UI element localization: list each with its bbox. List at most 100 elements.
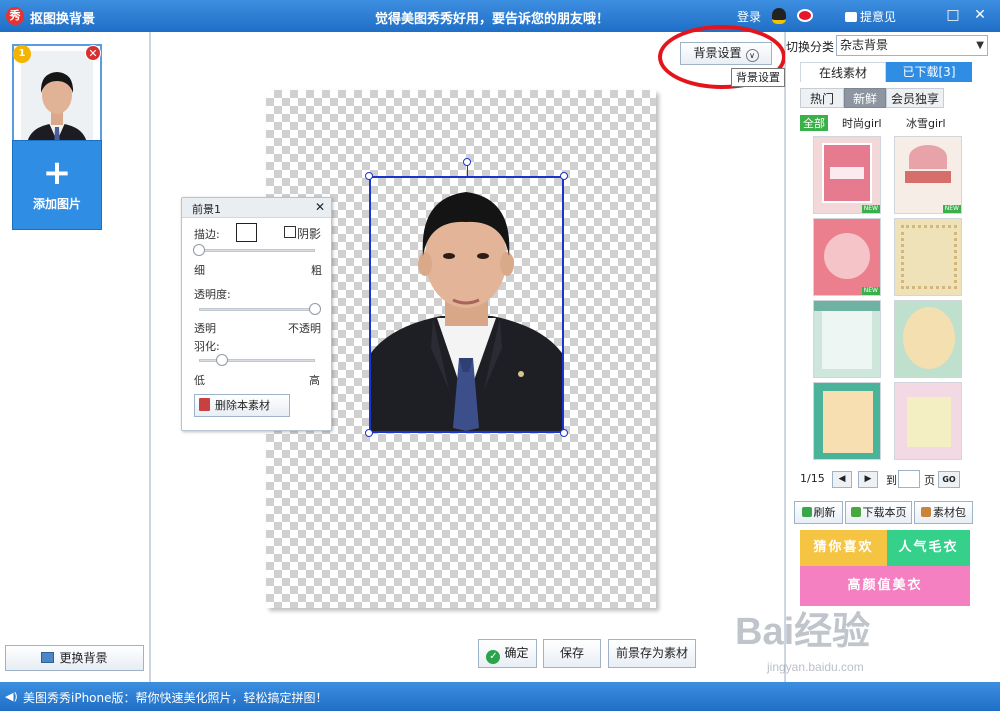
filter-all[interactable]: 全部 [800,115,828,131]
template-thumbnail[interactable]: NEW [813,218,881,296]
page-indicator: 1/15 [800,472,825,485]
maximize-icon[interactable]: □ [945,7,961,23]
prev-page-icon[interactable]: ◀ [832,471,852,488]
shadow-label: 阴影 [297,227,322,241]
status-bar: ◀) 美图秀秀iPhone版：帮你快速美化照片，轻松搞定拼图！ [0,682,1000,711]
feedback-label: 提意见 [860,10,897,24]
new-badge: NEW [942,205,961,213]
thumbnail-index-badge: 1 [13,45,31,63]
thin-label: 细 [194,264,205,277]
status-message[interactable]: 美图秀秀iPhone版：帮你快速美化照片，轻松搞定拼图！ [23,689,328,706]
new-badge: NEW [861,287,880,295]
feather-slider-thumb[interactable] [216,354,229,366]
refresh-icon [801,507,812,517]
stroke-slider-thumb[interactable] [193,244,205,256]
plus-icon: + [42,153,72,193]
download-page-button[interactable]: 下载本页 [845,501,912,524]
tab-downloaded[interactable]: 已下载[3] [886,62,972,82]
slogan-text: 觉得美图秀秀好用，要告诉您的朋友哦！ [375,12,610,27]
foreground-panel-header[interactable]: 前景1 ✕ [182,198,331,218]
filter-snow-girl[interactable]: 冰雪girl [906,115,946,131]
add-image-label: 添加图片 [32,197,81,211]
chevron-down-icon: ▼ [976,40,984,51]
trash-icon [199,398,210,411]
resize-handle-bottom-right[interactable] [560,429,568,437]
material-pack-button[interactable]: 素材包 [914,501,973,524]
confirm-label: 确定 [504,646,529,660]
low-label: 低 [194,374,205,387]
template-thumbnail[interactable]: NEW [894,136,962,214]
foreground-panel: 前景1 ✕ 描边: 阴影 细 粗 透明度: 透明 不透明 羽化: 低 高 删除本… [181,197,332,431]
switch-category-label: 切换分类 [786,40,835,54]
template-thumbnail[interactable] [813,300,881,378]
promo-guess-you-like[interactable]: 猜你喜欢 [800,530,887,566]
page-number-input[interactable] [898,470,920,488]
app-logo-icon: 秀 [6,7,24,25]
opaque-label: 不透明 [288,322,321,335]
go-button[interactable]: GO [938,471,960,488]
new-badge: NEW [861,205,880,213]
login-link[interactable]: 登录 [737,8,761,25]
picture-icon [41,652,55,663]
resize-handle-top-right[interactable] [560,172,568,180]
baidu-watermark: Bai经验 [735,611,871,653]
page-unit-label: 页 [924,474,935,487]
subtab-new[interactable]: 新鲜 [844,88,886,108]
add-image-button[interactable]: + 添加图片 [12,140,102,230]
template-thumbnail[interactable] [894,300,962,378]
weibo-icon[interactable] [797,9,813,22]
delete-material-label: 删除本素材 [215,399,270,412]
opacity-slider-track[interactable] [199,308,315,311]
right-panel: 切换分类 杂志背景 ▼ 在线素材 已下载[3] 热门 新鲜 会员独享 全部 时尚g… [785,32,1000,682]
foreground-selection-box[interactable] [365,158,568,437]
background-settings-button[interactable]: 背景设置 ∨ [680,42,772,65]
resize-handle-bottom-left[interactable] [365,429,373,437]
chevron-down-icon: ∨ [745,49,759,62]
window-title: 抠图换背景 [30,12,96,27]
subtab-vip[interactable]: 会员独享 [886,88,944,108]
watermark-url: jingyan.baidu.com [767,660,864,674]
category-value: 杂志背景 [840,38,889,52]
rotate-handle[interactable] [463,158,471,166]
qq-icon[interactable] [772,8,786,24]
save-button[interactable]: 保存 [543,639,601,668]
category-select[interactable]: 杂志背景 ▼ [836,35,988,56]
opacity-label: 透明度: [194,288,231,301]
change-background-label: 更换背景 [59,651,108,665]
change-background-button[interactable]: 更换背景 [5,645,144,671]
next-page-icon[interactable]: ▶ [858,471,878,488]
feedback-button[interactable]: 提意见 [845,8,896,25]
filter-fashion-girl[interactable]: 时尚girl [842,115,882,131]
material-pack-label: 素材包 [933,506,966,519]
delete-material-button[interactable]: 删除本素材 [194,394,290,417]
close-icon[interactable]: ✕ [315,200,325,214]
close-icon[interactable]: ✕ [972,7,988,23]
shadow-checkbox[interactable] [284,226,296,238]
portrait-photo [371,178,562,431]
left-panel: 1 ✕ + 添加图片 更换背景 [0,32,150,682]
download-page-label: 下载本页 [862,506,907,519]
stroke-label: 描边: [194,228,220,241]
stroke-slider-track[interactable] [199,249,315,252]
feather-label: 羽化: [194,340,220,353]
background-settings-label: 背景设置 [693,46,742,60]
resize-handle-top-left[interactable] [365,172,373,180]
download-icon [850,507,861,517]
stroke-color-swatch[interactable] [236,223,257,242]
template-thumbnail[interactable] [894,382,962,460]
save-as-material-button[interactable]: 前景存为素材 [608,639,696,668]
thumbnail-close-icon[interactable]: ✕ [85,45,101,61]
title-bar: 秀 抠图换背景 觉得美图秀秀好用，要告诉您的朋友哦！ 登录 提意见 □ ✕ [0,0,1000,32]
subtab-hot[interactable]: 热门 [800,88,844,108]
high-label: 高 [309,374,320,387]
refresh-button[interactable]: 刷新 [794,501,843,524]
tab-online-materials[interactable]: 在线素材 [800,62,886,82]
opacity-slider-thumb[interactable] [309,303,321,315]
refresh-label: 刷新 [813,506,836,519]
template-thumbnail[interactable] [813,382,881,460]
template-thumbnail[interactable]: NEW [813,136,881,214]
template-thumbnail[interactable] [894,218,962,296]
thick-label: 粗 [311,264,322,277]
promo-popular-sweaters[interactable]: 人气毛衣 [887,530,970,566]
confirm-button[interactable]: ✓ 确定 [478,639,537,668]
